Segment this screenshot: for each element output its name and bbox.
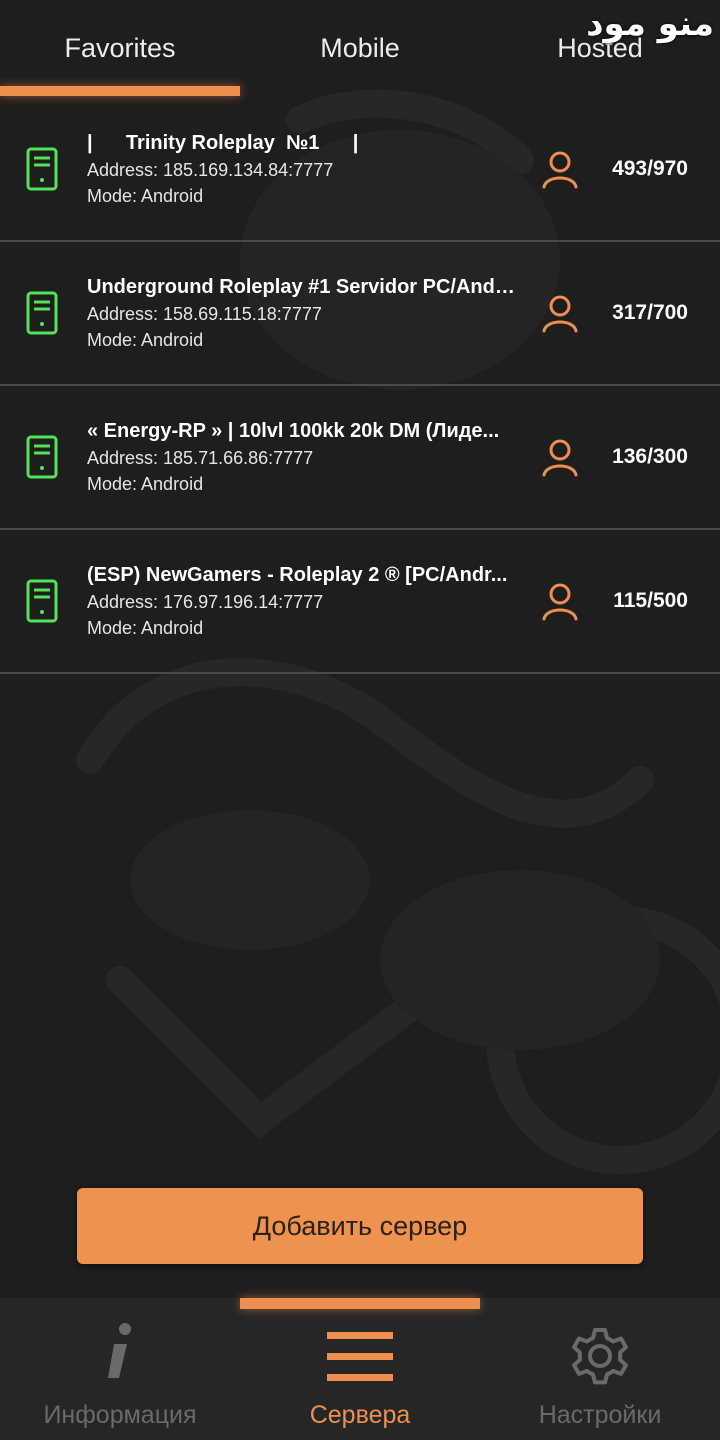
menu-icon [327,1332,393,1381]
server-row[interactable]: | Trinity Roleplay №1 | Address: 185.169… [0,98,720,242]
info-icon [108,1323,131,1378]
player-count: 115/500 [613,589,688,612]
nav-settings-label: Настройки [538,1401,662,1429]
nav-info-label: Информация [43,1401,197,1429]
server-icon [26,435,58,479]
server-mode: Mode: Android [87,186,204,206]
nav-info[interactable]: Информация [0,1298,240,1440]
nav-servers[interactable]: Сервера [240,1298,480,1440]
server-icon [26,147,58,191]
server-address: Address: 158.69.115.18:7777 [87,304,322,324]
player-count: 317/700 [612,301,688,324]
add-server-button-label: Добавить сервер [252,1210,468,1241]
add-server-button[interactable]: Добавить сервер [77,1188,643,1264]
server-name: « Energy-RP » | 10lvl 100kk 20k DM (Лиде… [87,420,500,442]
server-icon [26,579,58,623]
server-list: | Trinity Roleplay №1 | Address: 185.169… [0,98,720,674]
server-name: Underground Roleplay #1 Servidor PC/Andr… [87,276,517,298]
server-icon [26,291,58,335]
watermark-logo: ﻣﻨﻮ ﻣﻮﺩ [586,4,715,44]
server-address: Address: 185.169.134.84:7777 [87,160,334,180]
player-count: 493/970 [612,157,688,180]
nav-settings[interactable]: Настройки [480,1298,720,1440]
server-row[interactable]: « Energy-RP » | 10lvl 100kk 20k DM (Лиде… [0,386,720,530]
tab-favorites-label: Favorites [64,33,176,63]
server-mode: Mode: Android [87,330,204,350]
bottom-navigation: Информация Сервера Настройки [0,1298,720,1440]
server-row[interactable]: Underground Roleplay #1 Servidor PC/Andr… [0,242,720,386]
player-icon [542,583,578,621]
player-icon [542,151,578,189]
player-count: 136/300 [612,445,688,468]
server-address: Address: 176.97.196.14:7777 [87,592,324,612]
gear-icon [572,1328,628,1385]
server-name: (ESP) NewGamers - Roleplay 2 ® [PC/Andr.… [87,564,508,586]
tab-favorites[interactable]: Favorites [0,0,240,98]
server-row[interactable]: (ESP) NewGamers - Roleplay 2 ® [PC/Andr.… [0,530,720,674]
player-icon [542,295,578,333]
tab-mobile-label: Mobile [320,33,400,63]
tab-mobile[interactable]: Mobile [240,0,480,98]
server-mode: Mode: Android [87,474,204,494]
player-icon [542,439,578,477]
server-name: | Trinity Roleplay №1 | [87,132,359,154]
nav-servers-label: Сервера [309,1401,411,1429]
active-tab-indicator [0,86,240,96]
server-address: Address: 185.71.66.86:7777 [87,448,314,468]
server-mode: Mode: Android [87,618,204,638]
